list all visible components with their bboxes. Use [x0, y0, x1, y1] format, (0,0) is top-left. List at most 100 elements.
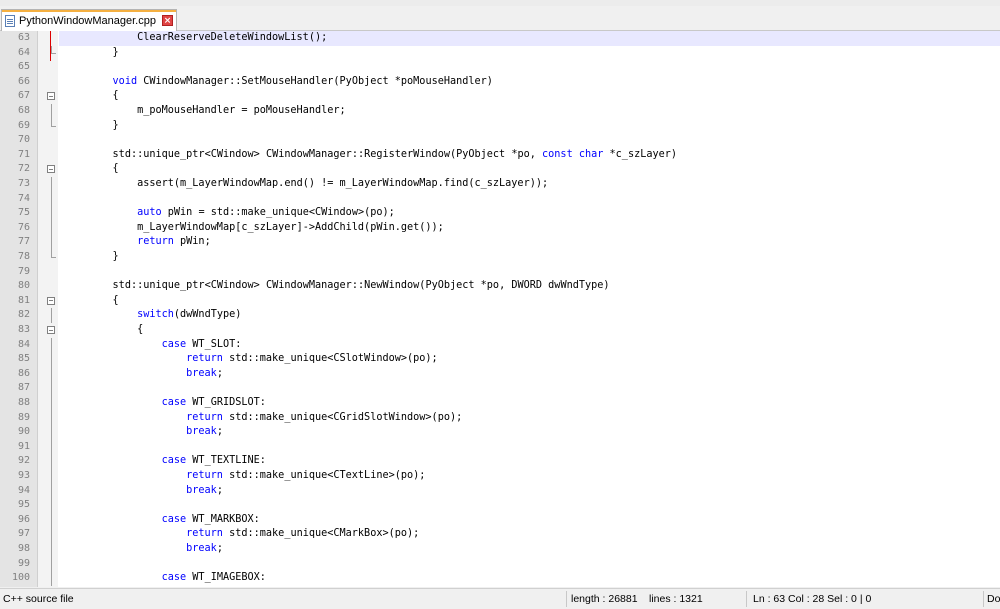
line-number: 70: [17, 134, 30, 146]
line-number: 82: [17, 309, 30, 321]
code-line[interactable]: 73 assert(m_LayerWindowMap.end() != m_La…: [18, 177, 1000, 192]
code-line[interactable]: 81 {: [18, 294, 1000, 309]
code-line[interactable]: 97 return std::make_unique<CMarkBox>(po)…: [18, 527, 1000, 542]
line-number: 94: [17, 484, 30, 496]
status-position: Ln : 63 Col : 28 Sel : 0 | 0: [753, 593, 872, 605]
code-line[interactable]: 75 auto pWin = std::make_unique<CWindow>…: [18, 206, 1000, 221]
fold-end-marker: [51, 45, 56, 54]
line-number: 63: [17, 32, 30, 43]
fold-line: [51, 104, 52, 119]
code-text: std::unique_ptr<CWindow> CWindowManager:…: [112, 280, 610, 292]
code-text: m_poMouseHandler = poMouseHandler;: [137, 105, 346, 116]
line-number: 79: [17, 265, 30, 277]
line-number: 89: [17, 411, 30, 423]
code-line[interactable]: 74: [18, 191, 1000, 207]
code-text: void CWindowManager::SetMouseHandler(PyO…: [112, 75, 493, 87]
line-number: 86: [17, 367, 30, 379]
code-line[interactable]: 82 switch(dwWndType): [18, 308, 1000, 323]
fold-toggle-icon[interactable]: [47, 296, 55, 305]
line-number: 71: [17, 148, 30, 160]
line-number: 87: [17, 382, 30, 394]
code-line[interactable]: 96 case WT_MARKBOX:: [18, 512, 1000, 528]
code-line[interactable]: 99: [18, 556, 1000, 572]
close-icon[interactable]: ×: [161, 15, 173, 26]
code-text: m_LayerWindowMap[c_szLayer]->AddChild(pW…: [137, 221, 444, 233]
code-line[interactable]: 77 return pWin;: [18, 235, 1000, 250]
fold-line: [51, 454, 52, 469]
line-number: 88: [17, 397, 30, 408]
line-number: 100: [11, 572, 30, 584]
code-line[interactable]: 93 return std::make_unique<CTextLine>(po…: [18, 469, 1000, 484]
code-line[interactable]: 80 std::unique_ptr<CWindow> CWindowManag…: [18, 279, 1000, 294]
tab-pythonwindowmanager[interactable]: PythonWindowManager.cpp ×: [1, 9, 177, 31]
code-line[interactable]: 84 case WT_SLOT:: [18, 337, 1000, 353]
code-line[interactable]: 95: [18, 498, 1000, 513]
code-text: case WT_GRIDSLOT:: [161, 397, 266, 408]
fold-toggle-icon[interactable]: [47, 92, 55, 101]
code-line[interactable]: 65: [18, 60, 1000, 75]
code-line[interactable]: 72 {: [18, 162, 1000, 177]
line-number: 72: [17, 163, 30, 175]
line-number: 64: [17, 46, 30, 58]
code-line[interactable]: 85 return std::make_unique<CSlotWindow>(…: [18, 352, 1000, 367]
code-line[interactable]: 91: [18, 439, 1000, 455]
code-text: case WT_MARKBOX:: [161, 513, 260, 525]
line-number: 95: [17, 499, 30, 511]
code-area[interactable]: 63 ClearReserveDeleteWindowList(); 64 } 65…: [12, 31, 1000, 587]
code-line[interactable]: 66 void CWindowManager::SetMouseHandler(…: [18, 75, 1000, 90]
code-line[interactable]: 76 m_LayerWindowMap[c_szLayer]->AddChild…: [18, 220, 1000, 236]
fold-line: [51, 498, 52, 513]
code-text: ClearReserveDeleteWindowList();: [137, 32, 328, 43]
code-line[interactable]: 64 }: [18, 45, 1000, 61]
code-text: case WT_IMAGEBOX:: [161, 572, 266, 584]
fold-toggle-icon[interactable]: [47, 326, 55, 334]
code-line[interactable]: 89 return std::make_unique<CGridSlotWind…: [18, 410, 1000, 426]
code-line[interactable]: 92 case WT_TEXTLINE:: [18, 454, 1000, 469]
line-number: 77: [17, 236, 30, 248]
code-editor[interactable]: 63 ClearReserveDeleteWindowList(); 64 } 65…: [0, 31, 1000, 587]
code-text: break;: [186, 484, 223, 496]
fold-line: [51, 542, 52, 557]
fold-line: [51, 191, 52, 207]
line-number: 76: [17, 221, 30, 233]
code-line[interactable]: 90 break;: [18, 425, 1000, 440]
code-line[interactable]: 83 {: [18, 323, 1000, 338]
fold-line: [51, 439, 52, 455]
line-number: 93: [17, 470, 30, 481]
code-text: break;: [186, 426, 223, 438]
code-line[interactable]: 67 {: [18, 89, 1000, 104]
code-line[interactable]: 88 case WT_GRIDSLOT:: [18, 396, 1000, 411]
line-number: 67: [17, 90, 30, 102]
code-line[interactable]: 71 std::unique_ptr<CWindow> CWindowManag…: [18, 148, 1000, 163]
status-separator: [566, 591, 567, 607]
code-text: }: [88, 46, 119, 58]
code-line[interactable]: 100 case WT_IMAGEBOX:: [12, 571, 1000, 586]
code-line[interactable]: 98 break;: [18, 542, 1000, 557]
fold-toggle-icon[interactable]: [47, 165, 55, 174]
tab-bar: PythonWindowManager.cpp ×: [0, 6, 1000, 31]
fold-margin[interactable]: [38, 31, 58, 587]
line-number: 98: [17, 543, 30, 554]
code-line[interactable]: 86 break;: [18, 366, 1000, 382]
fold-line: [51, 512, 52, 528]
line-number: 85: [17, 353, 30, 365]
line-number: 92: [17, 455, 30, 467]
fold-line: [51, 469, 52, 484]
code-line[interactable]: 68 m_poMouseHandler = poMouseHandler;: [18, 104, 1000, 119]
code-text: return std::make_unique<CSlotWindow>(po)…: [186, 353, 438, 365]
fold-end-marker: [51, 118, 56, 127]
code-line[interactable]: 79: [18, 265, 1000, 280]
line-number: 68: [17, 105, 30, 116]
code-line[interactable]: 70: [18, 133, 1000, 148]
code-line[interactable]: 78 }: [18, 250, 1000, 265]
code-line[interactable]: 69 }: [18, 118, 1000, 134]
code-text: }: [88, 251, 119, 262]
code-text: }: [88, 119, 119, 131]
line-number: 84: [17, 338, 30, 350]
code-line[interactable]: 94 break;: [18, 483, 1000, 499]
code-line[interactable]: 63 ClearReserveDeleteWindowList();: [18, 31, 1000, 46]
code-line[interactable]: 87: [18, 381, 1000, 396]
line-number: 99: [17, 557, 30, 569]
line-number: 65: [17, 61, 30, 73]
code-text: return pWin;: [137, 236, 211, 248]
